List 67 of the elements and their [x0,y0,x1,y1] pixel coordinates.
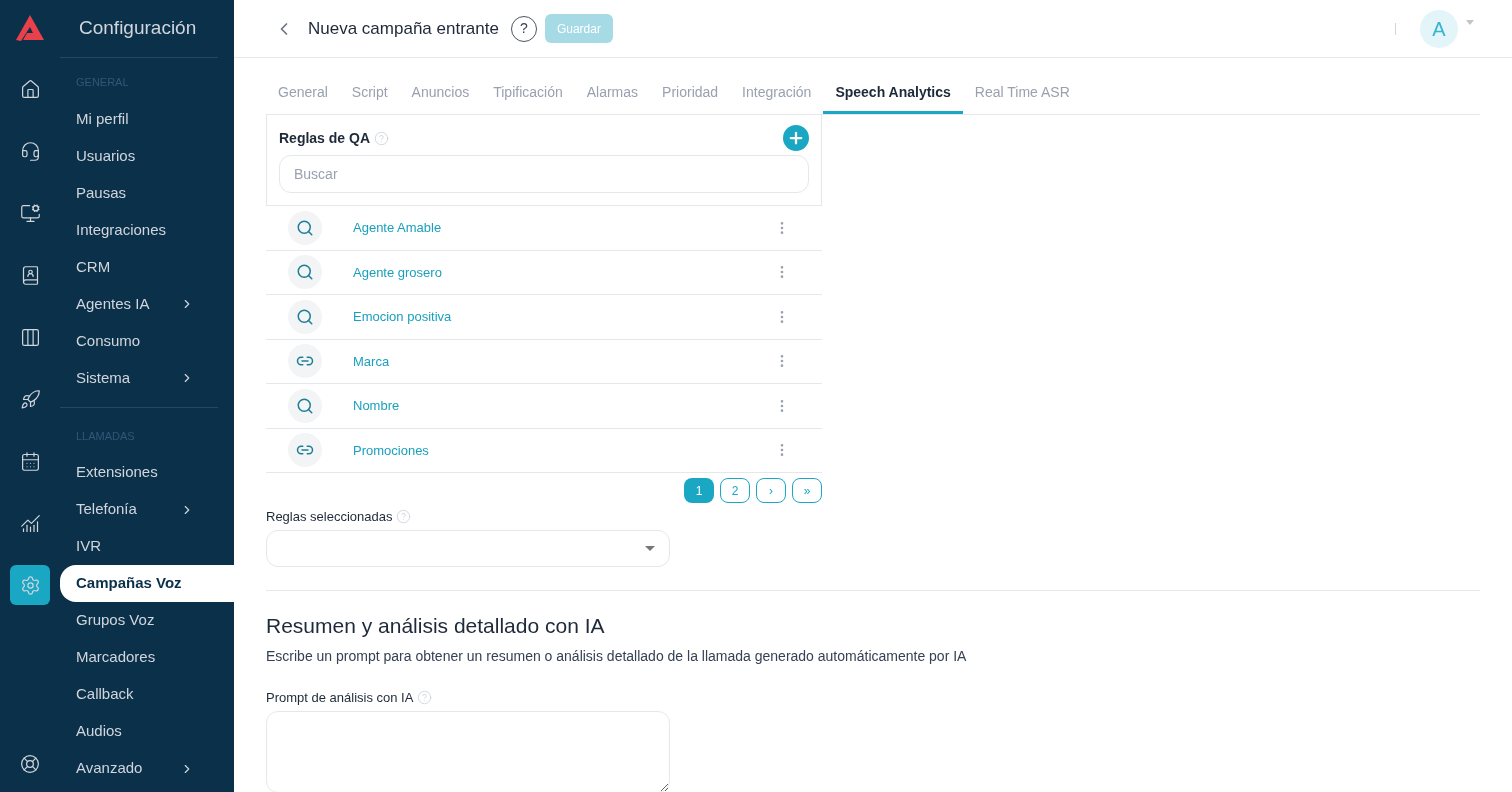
rule-link[interactable]: Nombre [353,396,774,416]
rule-link[interactable]: Agente Amable [353,218,774,238]
sidebar-title: Configuración [79,16,197,41]
sidebar-item[interactable]: Callback [60,676,218,713]
select-field[interactable] [266,529,670,567]
sidebar-item[interactable]: Integraciones [60,211,218,249]
sidebar-item[interactable]: IVR [60,528,218,565]
sidebar-item[interactable]: Marcadores [60,639,218,676]
help-icon [417,690,433,706]
tab[interactable]: Integración [730,82,824,114]
search-icon [296,307,314,326]
prompt-field[interactable] [266,710,670,792]
tab[interactable]: Tipificación [481,82,575,114]
tab[interactable]: Prioridad [650,82,731,114]
plus-icon [787,129,805,147]
sidebar-item[interactable]: Consumo [60,322,218,360]
lifebuoy-icon[interactable] [20,754,40,774]
sidebar-item[interactable]: Sistema [60,359,218,397]
sidebar-item[interactable]: Avanzado [60,750,218,787]
page-button[interactable]: 2 [720,478,750,503]
field-label: Prompt de análisis con IA [266,689,414,707]
chart-icon [19,512,41,534]
sidebar-item[interactable]: CRM [60,248,218,286]
page-button[interactable]: 1 [684,478,714,503]
tab[interactable]: Anuncios [399,82,482,114]
logo-icon[interactable] [15,14,45,42]
headset-icon [19,140,41,162]
page-title: Nueva campaña entrante [308,17,499,40]
house-icon [19,78,41,100]
sidebar-item[interactable]: Campañas Voz [60,565,234,602]
rule-link[interactable]: Emocion positiva [353,307,774,327]
section-description: Escribe un prompt para obtener un resumen o análisis detallado de la llamada generado automáticamente por IA [266,647,968,666]
tab[interactable]: Speech Analytics [823,82,963,114]
search-icon [296,263,314,282]
search-icon [296,218,314,237]
settings-icon [19,574,41,596]
search-field[interactable]: Buscar [279,155,809,193]
sidebar-item[interactable]: Audios [60,713,218,750]
rule-link[interactable]: Marca [353,351,774,371]
caret-icon [645,545,655,551]
page-button[interactable]: › [756,478,786,503]
sidebar-item[interactable]: Telefonía [60,491,218,528]
sidebar-item[interactable]: Pausas [60,174,218,212]
tab[interactable]: Real Time ASR [962,82,1082,114]
help-icon [374,130,390,146]
panel-title: Reglas de QA [279,128,371,148]
add-button[interactable] [783,125,809,151]
sidebar-item[interactable]: Extensiones [60,454,218,491]
sidebar-item[interactable]: Usuarios [60,137,218,175]
rule-link[interactable]: Promociones [353,440,774,460]
columns-icon [19,326,41,348]
section-title: Resumen y análisis detallado con IA [266,612,606,639]
page-button[interactable]: » [792,478,822,503]
tab[interactable]: Script [339,82,400,114]
avatar[interactable]: A [1420,9,1458,48]
sidebar-item[interactable]: Agentes IA [60,285,218,323]
tab[interactable]: Alarmas [574,82,651,114]
rocket-icon [19,388,41,410]
rule-link[interactable]: Agente grosero [353,262,774,282]
sidebar-item[interactable]: Mi perfil [60,100,218,138]
sidebar-item[interactable]: Grupos Voz [60,602,218,639]
field-label: Reglas seleccionadas [266,508,393,526]
monitor-icon [19,202,41,224]
help-icon [396,509,412,525]
tab[interactable]: General [266,82,340,114]
calendar-icon [19,450,41,472]
search-icon [296,396,314,415]
